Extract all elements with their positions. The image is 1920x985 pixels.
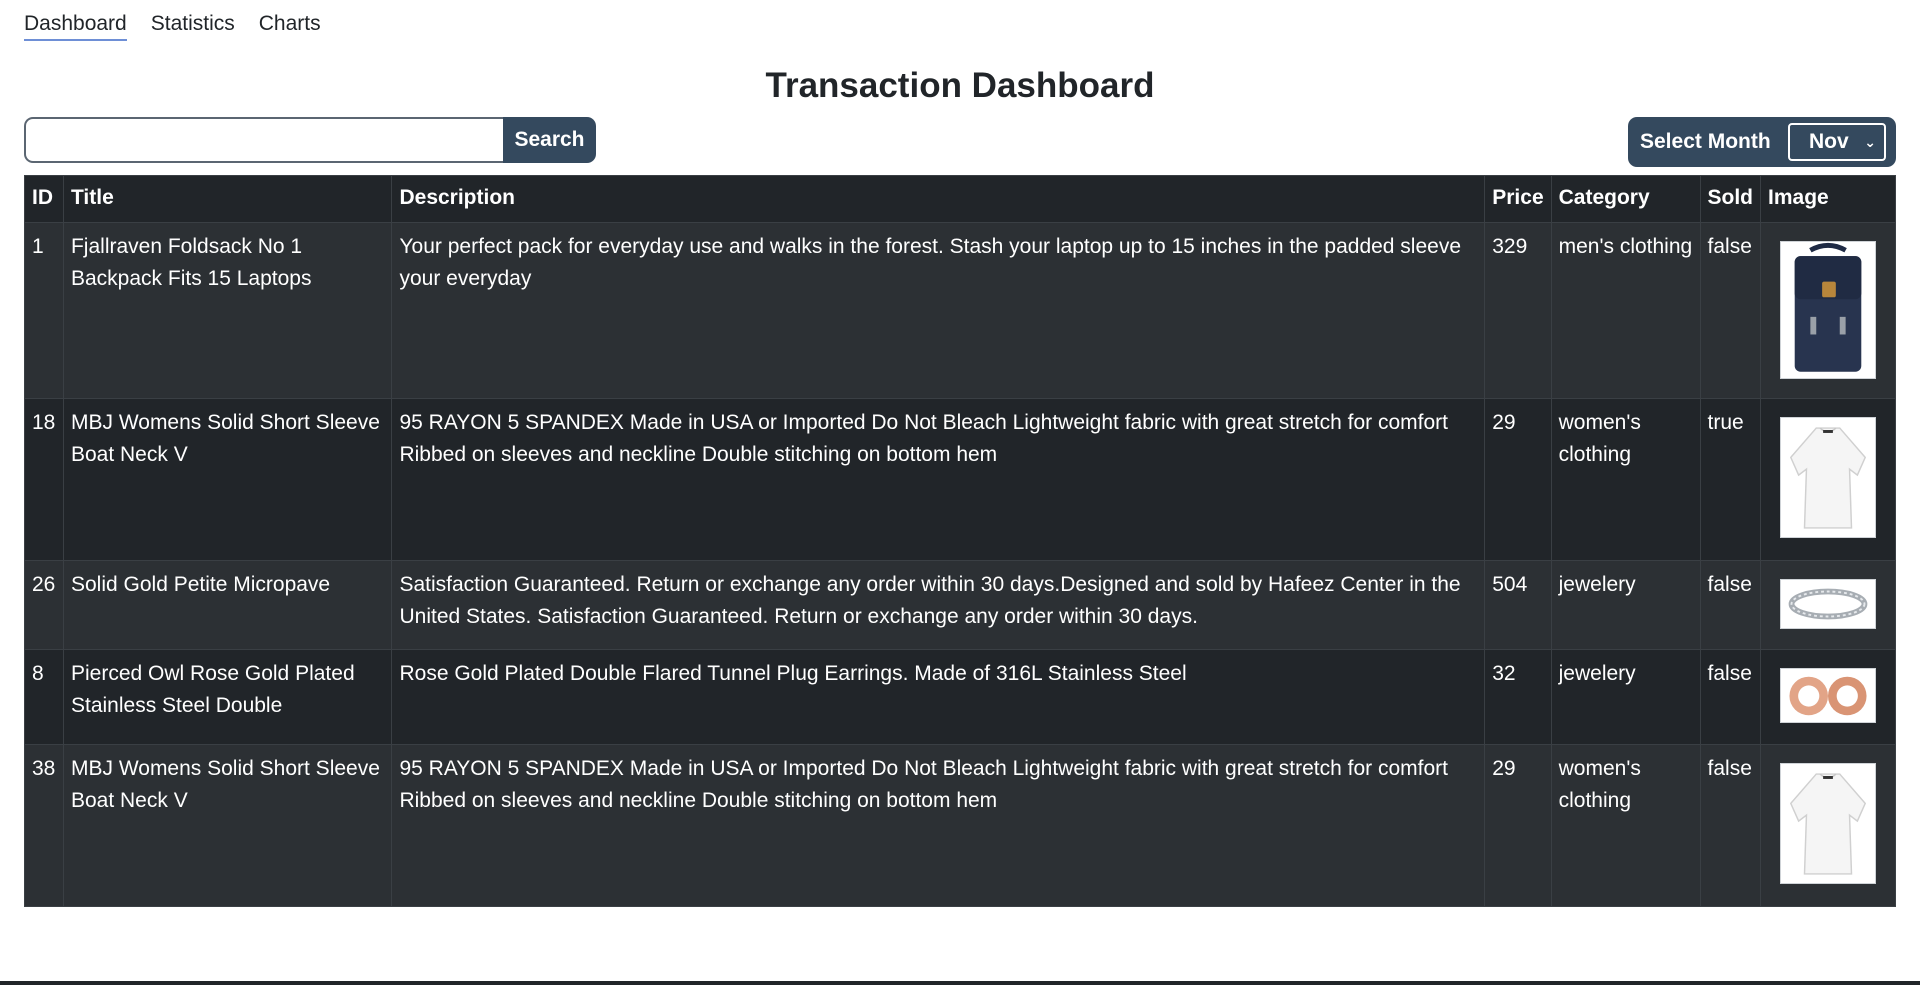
header-category: Category: [1550, 175, 1701, 223]
cell-id: 8: [24, 649, 64, 745]
cell-image: [1760, 560, 1896, 650]
nav-dashboard[interactable]: Dashboard: [24, 12, 127, 41]
header-image: Image: [1760, 175, 1896, 223]
earrings-image: [1780, 668, 1876, 723]
cell-image: [1760, 649, 1896, 745]
cell-price: 32: [1484, 649, 1552, 745]
cell-description: Your perfect pack for everyday use and w…: [391, 222, 1486, 399]
cell-description: 95 RAYON 5 SPANDEX Made in USA or Import…: [391, 744, 1486, 907]
white-top-image: [1780, 763, 1876, 884]
cell-category: jewelery: [1550, 560, 1701, 650]
cell-title: Pierced Owl Rose Gold Plated Stainless S…: [62, 649, 393, 745]
cell-sold: false: [1699, 222, 1762, 399]
header-sold: Sold: [1699, 175, 1762, 223]
cell-description: 95 RAYON 5 SPANDEX Made in USA or Import…: [391, 398, 1486, 561]
header-description: Description: [391, 175, 1486, 223]
month-selector: Select Month Nov ⌄: [1628, 117, 1896, 167]
cell-price: 329: [1484, 222, 1552, 399]
cell-id: 38: [24, 744, 64, 907]
table-row: 1 Fjallraven Foldsack No 1 Backpack Fits…: [24, 222, 1896, 399]
month-dropdown-value: Nov: [1809, 130, 1849, 153]
table-row: 18 MBJ Womens Solid Short Sleeve Boat Ne…: [24, 398, 1896, 561]
cell-price: 29: [1484, 744, 1552, 907]
month-dropdown[interactable]: Nov ⌄: [1788, 123, 1886, 161]
header-price: Price: [1484, 175, 1552, 223]
cell-sold: false: [1699, 649, 1762, 745]
cell-category: women's clothing: [1550, 398, 1701, 561]
chevron-down-icon: ⌄: [1864, 134, 1876, 150]
backpack-image: [1780, 241, 1876, 379]
white-top-image: [1780, 417, 1876, 538]
cell-title: Solid Gold Petite Micropave: [62, 560, 393, 650]
top-nav: Dashboard Statistics Charts: [24, 12, 321, 41]
ring-image: [1780, 579, 1876, 629]
cell-image: [1760, 222, 1896, 399]
cell-sold: false: [1699, 744, 1762, 907]
cell-id: 1: [24, 222, 64, 399]
header-title: Title: [62, 175, 393, 223]
cell-price: 29: [1484, 398, 1552, 561]
table-row: 26 Solid Gold Petite Micropave Satisfact…: [24, 560, 1896, 650]
cell-image: [1760, 744, 1896, 907]
nav-statistics[interactable]: Statistics: [151, 12, 235, 41]
search-group: Search: [24, 117, 596, 163]
cell-sold: true: [1699, 398, 1762, 561]
select-month-label: Select Month: [1640, 130, 1771, 153]
table-row: 38 MBJ Womens Solid Short Sleeve Boat Ne…: [24, 744, 1896, 907]
table-header-row: ID Title Description Price Category Sold…: [24, 175, 1896, 223]
cell-title: MBJ Womens Solid Short Sleeve Boat Neck …: [62, 398, 393, 561]
nav-charts[interactable]: Charts: [259, 12, 321, 41]
transactions-table: ID Title Description Price Category Sold…: [24, 175, 1896, 907]
cell-id: 18: [24, 398, 64, 561]
cell-description: Rose Gold Plated Double Flared Tunnel Pl…: [391, 649, 1486, 745]
cell-category: women's clothing: [1550, 744, 1701, 907]
cell-price: 504: [1484, 560, 1552, 650]
bottom-divider: [0, 981, 1920, 985]
search-button[interactable]: Search: [503, 117, 596, 163]
transactions-table-container: ID Title Description Price Category Sold…: [24, 175, 1896, 907]
cell-title: Fjallraven Foldsack No 1 Backpack Fits 1…: [62, 222, 393, 399]
cell-title: MBJ Womens Solid Short Sleeve Boat Neck …: [62, 744, 393, 907]
page-title: Transaction Dashboard: [765, 66, 1155, 105]
header-id: ID: [24, 175, 64, 223]
cell-image: [1760, 398, 1896, 561]
search-input[interactable]: [24, 117, 503, 163]
cell-description: Satisfaction Guaranteed. Return or excha…: [391, 560, 1486, 650]
cell-id: 26: [24, 560, 64, 650]
table-row: 8 Pierced Owl Rose Gold Plated Stainless…: [24, 649, 1896, 745]
cell-sold: false: [1699, 560, 1762, 650]
cell-category: jewelery: [1550, 649, 1701, 745]
cell-category: men's clothing: [1550, 222, 1701, 399]
